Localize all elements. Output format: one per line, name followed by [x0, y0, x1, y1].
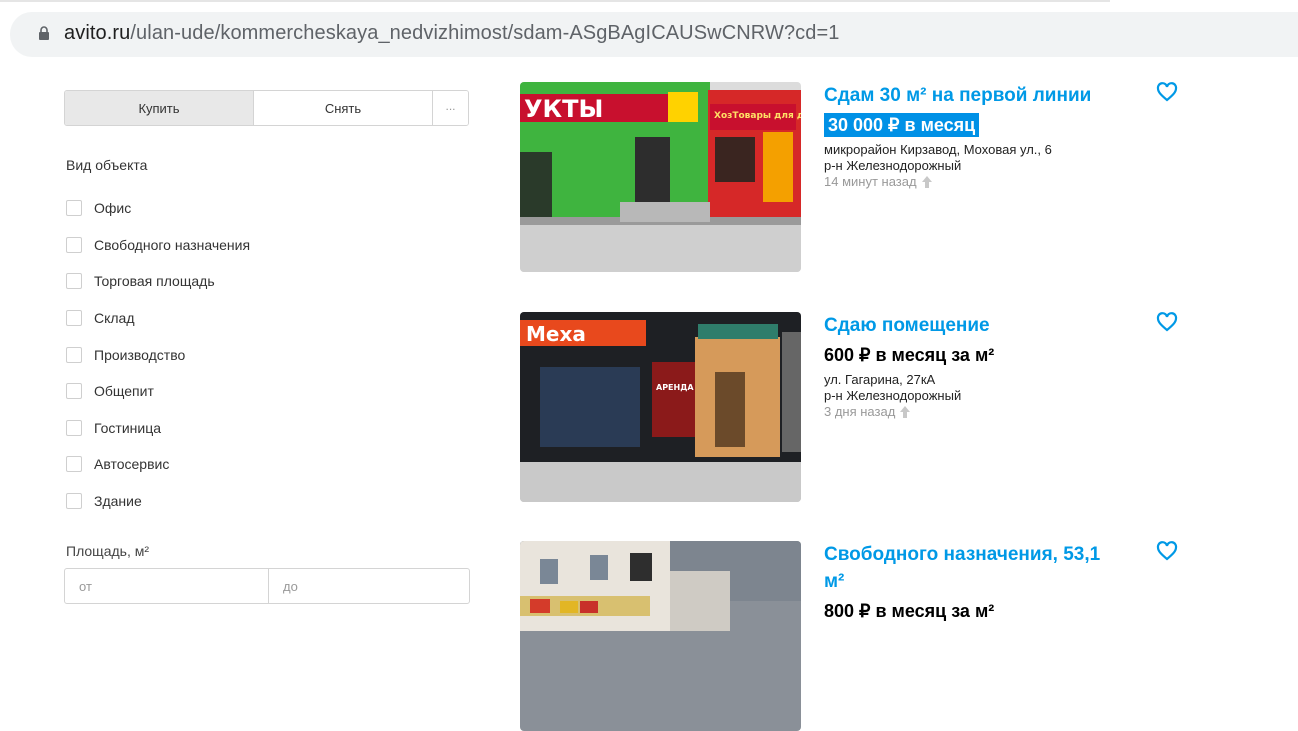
listing-time-text: 3 дня назад — [824, 404, 896, 419]
area-title: Площадь, м² — [66, 543, 150, 559]
checkbox-car-service[interactable]: Автосервис — [66, 446, 250, 483]
checkbox-hotel[interactable]: Гостиница — [66, 410, 250, 447]
photo-sign-text: Меха — [526, 322, 586, 346]
deal-type-switch: Купить Снять ... — [64, 90, 469, 126]
listing-title[interactable]: Сдам 30 м² на первой линии — [824, 82, 1124, 109]
listing-photo[interactable] — [520, 541, 801, 731]
area-range — [64, 568, 470, 604]
listing-time-text: 14 минут назад — [824, 174, 917, 189]
heart-icon[interactable] — [1156, 312, 1178, 332]
heart-icon[interactable] — [1156, 541, 1178, 561]
listing-info: Свободного назначения, 53,1 м² 800 ₽ в м… — [824, 541, 1164, 623]
checkbox-label: Торговая площадь — [94, 273, 215, 290]
building-photo — [520, 541, 801, 731]
checkbox-box[interactable] — [66, 236, 82, 253]
buy-tab[interactable]: Купить — [65, 91, 254, 125]
listing-photo[interactable]: Меха АРЕНДА — [520, 312, 801, 502]
checkbox-building[interactable]: Здание — [66, 483, 250, 520]
browser-top-border — [0, 0, 1110, 2]
checkbox-warehouse[interactable]: Склад — [66, 300, 250, 337]
listing-price: 30 000 ₽ в месяц — [824, 113, 980, 137]
checkbox-label: Общепит — [94, 383, 154, 400]
listing-info: Сдам 30 м² на первой линии 30 000 ₽ в ме… — [824, 82, 1164, 190]
listing-price: 800 ₽ в месяц за м² — [824, 601, 995, 621]
address-bar[interactable]: avito.ru/ulan-ude/kommercheskaya_nedvizh… — [10, 12, 1298, 57]
listing-info: Сдаю помещение 600 ₽ в месяц за м² ул. Г… — [824, 312, 1164, 420]
checkbox-box[interactable] — [66, 493, 82, 510]
checkbox-box[interactable] — [66, 456, 82, 473]
checkbox-production[interactable]: Производство — [66, 336, 250, 373]
url-path: /ulan-ude/kommercheskaya_nedvizhimost/sd… — [130, 22, 840, 44]
checkbox-box[interactable] — [66, 383, 82, 400]
checkbox-label: Офис — [94, 200, 132, 217]
listing-title[interactable]: Сдаю помещение — [824, 312, 1124, 339]
lock-icon — [39, 26, 49, 40]
checkbox-free-purpose[interactable]: Свободного назначения — [66, 227, 250, 264]
listing-title[interactable]: Свободного назначения, 53,1 м² — [824, 541, 1124, 595]
arrow-up-icon — [921, 176, 932, 188]
checkbox-catering[interactable]: Общепит — [66, 373, 250, 410]
area-to-input[interactable] — [269, 569, 469, 603]
listing-time: 3 дня назад — [824, 404, 1164, 420]
checkbox-label: Автосервис — [94, 456, 170, 473]
object-type-title: Вид объекта — [66, 157, 148, 173]
checkbox-box[interactable] — [66, 419, 82, 436]
checkbox-box[interactable] — [66, 200, 82, 217]
checkbox-retail[interactable]: Торговая площадь — [66, 263, 250, 300]
checkbox-box[interactable] — [66, 346, 82, 363]
arrow-up-icon — [900, 406, 911, 418]
photo-sign-text: АРЕНДА — [656, 383, 694, 392]
photo-sign-text: УКТЫ — [524, 95, 603, 123]
object-type-list: Офис Свободного назначения Торговая площ… — [66, 190, 250, 519]
area-from-input[interactable] — [65, 569, 269, 603]
checkbox-office[interactable]: Офис — [66, 190, 250, 227]
listing-district: р-н Железнодорожный — [824, 158, 962, 173]
photo-sign-text: ХозТовары для дома — [714, 111, 801, 121]
checkbox-box[interactable] — [66, 310, 82, 327]
listing-address: ул. Гагарина, 27кА — [824, 372, 936, 387]
checkbox-label: Производство — [94, 346, 186, 363]
checkbox-box[interactable] — [66, 273, 82, 290]
checkbox-label: Гостиница — [94, 419, 162, 436]
listing-photo[interactable]: УКТЫ ХозТовары для дома — [520, 82, 801, 272]
url-text[interactable]: avito.ru/ulan-ude/kommercheskaya_nedvizh… — [64, 22, 840, 45]
listing-price: 600 ₽ в месяц за м² — [824, 345, 995, 365]
storefront-photo: Меха АРЕНДА — [520, 312, 801, 502]
listing-time: 14 минут назад — [824, 174, 1164, 190]
url-host: avito.ru — [64, 22, 131, 44]
checkbox-label: Свободного назначения — [94, 236, 251, 253]
more-tab[interactable]: ... — [433, 91, 468, 125]
storefront-photo: УКТЫ ХозТовары для дома — [520, 82, 801, 272]
checkbox-label: Склад — [94, 310, 135, 327]
checkbox-label: Здание — [94, 493, 142, 510]
heart-icon[interactable] — [1156, 82, 1178, 102]
listing-district: р-н Железнодорожный — [824, 388, 962, 403]
listing-address: микрорайон Кирзавод, Моховая ул., 6 — [824, 142, 1052, 157]
rent-tab[interactable]: Снять — [254, 91, 433, 125]
